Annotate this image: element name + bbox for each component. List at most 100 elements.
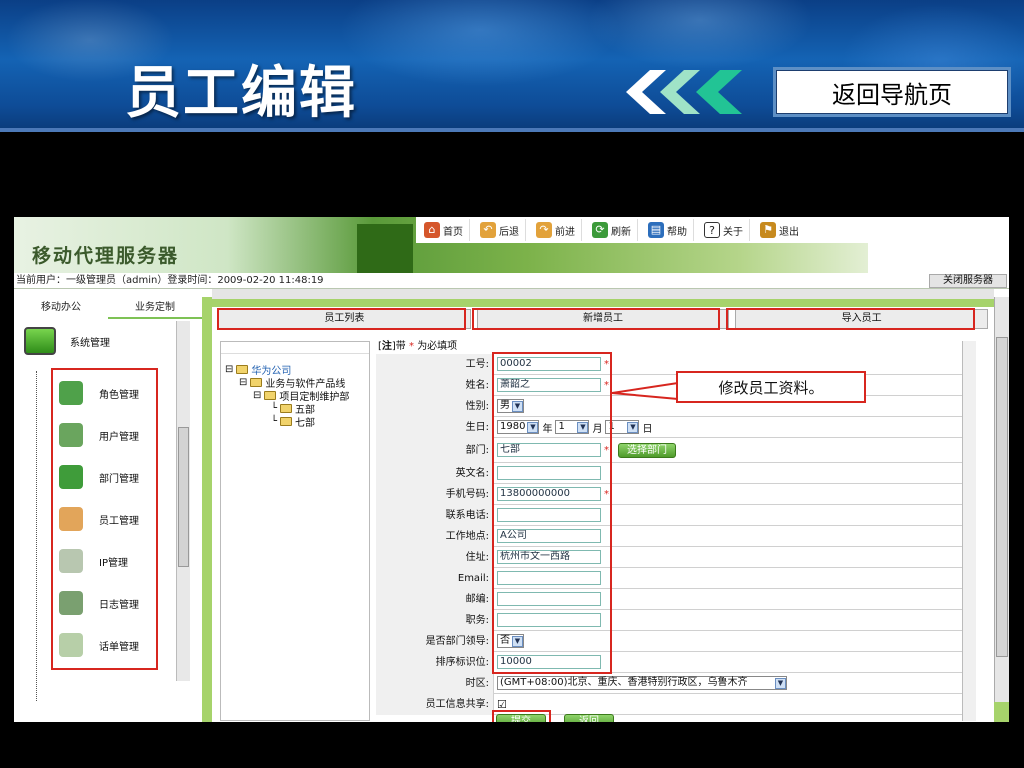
sort-input[interactable]: 10000	[497, 655, 601, 669]
label-leader: 是否部门领导:	[376, 630, 494, 652]
timezone-select[interactable]: (GMT+08:00)北京、重庆、香港特别行政区，乌鲁木齐 ▼	[497, 676, 787, 690]
chevrons-icon	[626, 70, 742, 114]
emp-no-input[interactable]: 00002	[497, 357, 601, 371]
sidebar-item-departments[interactable]: 部门管理	[59, 465, 139, 489]
folder-icon	[236, 365, 249, 374]
sidebar-item-roles[interactable]: 角色管理	[59, 381, 139, 405]
toolbar-help-button[interactable]: ▤ 帮助	[642, 219, 694, 241]
workplace-input[interactable]: A公司	[497, 529, 601, 543]
toolbar: ⌂ 首页 ↶ 后退 ↷ 前进 ⟳ 刷新 ▤ 帮助 ? 关于 ⚑ 退出	[416, 217, 868, 243]
bill-icon	[59, 633, 83, 657]
label-share: 员工信息共享:	[376, 693, 494, 715]
question-icon: ?	[704, 222, 720, 238]
callout-note: 修改员工资料。	[676, 371, 866, 403]
sidebar-item-bills[interactable]: 话单管理	[59, 633, 139, 657]
dept-tree: ⊟ 华为公司 ⊟ 业务与软件产品线 ⊟ 项目定制维护部 └ 五部 └ 七部	[220, 341, 370, 721]
forward-arrow-icon: ↷	[536, 222, 552, 238]
sidebar-item-ip[interactable]: IP管理	[59, 549, 128, 573]
slide: 员工编辑 返回导航页 移动代理服务器 ⌂ 首页 ↶ 后退 ↷ 前进 ⟳ 刷新 ▤ 帮助 ?…	[0, 0, 1024, 768]
sidebar-item-logs[interactable]: 日志管理	[59, 591, 139, 615]
label-en-name: 英文名:	[376, 462, 494, 484]
label-email: Email:	[376, 567, 494, 589]
return-button[interactable]: 返回	[564, 714, 614, 722]
form-note: [注]带 * 为必填项	[378, 341, 458, 352]
folder-icon	[264, 391, 277, 400]
home-icon: ⌂	[424, 222, 440, 238]
mobile-input[interactable]: 13800000000	[497, 487, 601, 501]
folder-icon	[280, 417, 293, 426]
chevron-down-icon: ▼	[512, 635, 523, 647]
label-name: 姓名:	[376, 374, 494, 396]
birth-year-select[interactable]: 1980 ▼	[497, 420, 540, 434]
form-scrollbar[interactable]	[962, 341, 976, 721]
label-mobile: 手机号码:	[376, 483, 494, 505]
label-birth: 生日:	[376, 416, 494, 438]
tab-business-custom[interactable]: 业务定制	[108, 297, 202, 319]
toolbar-about-button[interactable]: ? 关于	[698, 219, 750, 241]
app-logo: 移动代理服务器	[32, 245, 180, 267]
left-panel: 移动办公 业务定制 系统管理 角色管理 用户管理 部门管理 员工管理 IP管理 …	[14, 297, 202, 722]
label-position: 职务:	[376, 609, 494, 631]
chevron-down-icon: ▼	[775, 677, 786, 689]
back-to-nav-button[interactable]: 返回导航页	[773, 67, 1011, 117]
tab-mobile-office[interactable]: 移动办公	[14, 297, 108, 319]
refresh-icon: ⟳	[592, 222, 608, 238]
exit-person-icon: ⚑	[760, 222, 776, 238]
submit-button[interactable]: 提交	[496, 714, 546, 722]
en-name-input[interactable]	[497, 466, 601, 480]
status-line: 当前用户：一级管理员（admin）登录时间：2009-02-20 11:48:1…	[14, 273, 1009, 289]
position-input[interactable]	[497, 613, 601, 627]
user-icon	[59, 423, 83, 447]
label-workplace: 工作地点:	[376, 525, 494, 547]
sidebar-item-users[interactable]: 用户管理	[59, 423, 139, 447]
folder-icon	[250, 378, 263, 387]
label-phone: 联系电话:	[376, 504, 494, 526]
address-input[interactable]: 杭州市文一西路	[497, 550, 601, 564]
slide-title: 员工编辑	[125, 61, 357, 126]
callout-pointer	[612, 382, 678, 400]
toolbar-forward-button[interactable]: ↷ 前进	[530, 219, 582, 241]
outer-scrollbar[interactable]	[994, 297, 1009, 702]
dept-input[interactable]: 七部	[497, 443, 601, 457]
label-emp-no: 工号:	[376, 353, 494, 375]
monitor-icon	[24, 327, 56, 355]
toolbar-exit-button[interactable]: ⚑ 退出	[754, 219, 805, 241]
close-server-button[interactable]: 关闭服务器	[929, 274, 1007, 288]
department-icon	[59, 465, 83, 489]
help-book-icon: ▤	[648, 222, 664, 238]
form-actions: 提交 返回	[496, 714, 614, 722]
chevron-down-icon: ▼	[512, 400, 523, 412]
label-address: 住址:	[376, 546, 494, 568]
ip-gear-icon	[59, 549, 83, 573]
label-sort: 排序标识位:	[376, 651, 494, 673]
folder-icon	[280, 404, 293, 413]
toolbar-home-button[interactable]: ⌂ 首页	[418, 219, 470, 241]
gender-select[interactable]: 男 ▼	[497, 399, 524, 413]
leader-select[interactable]: 否 ▼	[497, 634, 524, 648]
tree-node-dept-7[interactable]: └ 七部	[271, 414, 315, 429]
tab-employee-list[interactable]: 员工列表	[218, 309, 471, 329]
left-scrollbar[interactable]	[176, 321, 190, 681]
tab-import-employee[interactable]: 导入员工	[735, 309, 989, 329]
chevron-down-icon: ▼	[577, 421, 589, 433]
chevron-down-icon: ▼	[527, 421, 539, 433]
label-zip: 邮编:	[376, 588, 494, 610]
toolbar-refresh-button[interactable]: ⟳ 刷新	[586, 219, 638, 241]
share-checkbox[interactable]: ☑	[497, 698, 507, 711]
menu-list: 系统管理 角色管理 用户管理 部门管理 员工管理 IP管理 日志管理 话单管理	[14, 321, 177, 721]
phone-input[interactable]	[497, 508, 601, 522]
log-icon	[59, 591, 83, 615]
email-input[interactable]	[497, 571, 601, 585]
birth-day-select[interactable]: 1 ▼	[605, 420, 640, 434]
tab-add-employee[interactable]: 新增员工	[476, 309, 730, 329]
label-gender: 性别:	[376, 395, 494, 417]
name-input[interactable]: 萧韶之	[497, 378, 601, 392]
sidebar-item-employees[interactable]: 员工管理	[59, 507, 139, 531]
toolbar-back-button[interactable]: ↶ 后退	[474, 219, 526, 241]
sidebar-item-system[interactable]: 系统管理	[24, 327, 110, 355]
label-dept: 部门:	[376, 437, 494, 463]
zip-input[interactable]	[497, 592, 601, 606]
choose-dept-button[interactable]: 选择部门	[618, 442, 676, 458]
birth-month-select[interactable]: 1 ▼	[555, 420, 590, 434]
chevron-down-icon: ▼	[627, 421, 639, 433]
